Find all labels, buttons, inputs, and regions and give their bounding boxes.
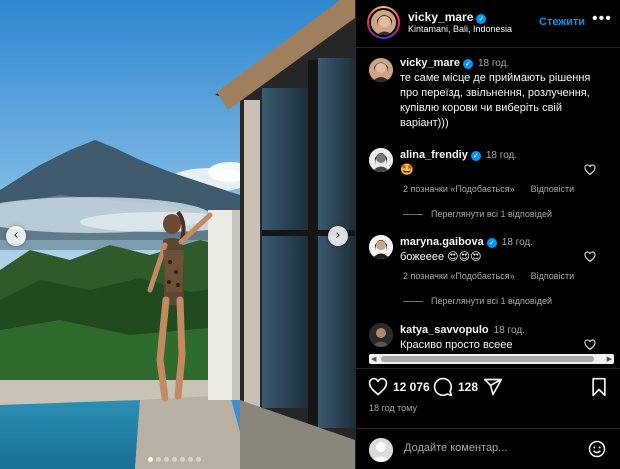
photo-scene	[0, 0, 355, 469]
view-replies-button[interactable]: Переглянути всі 1 відповідей	[403, 209, 552, 219]
carousel-dot	[164, 457, 169, 462]
verified-badge-icon: ✓	[470, 151, 481, 161]
reply-button[interactable]: Відповісти	[531, 184, 575, 194]
comment-input[interactable]	[404, 442, 574, 454]
carousel-dot	[180, 457, 185, 462]
caption-body: те саме місце де приймають рішення про п…	[400, 72, 591, 129]
caption-avatar[interactable]	[369, 58, 393, 82]
comment-username[interactable]: maryna.gaibova	[400, 236, 484, 248]
view-replies-button[interactable]: Переглянути всі 1 відповідей	[403, 296, 552, 306]
caption-text: vicky_mare ✓ 18 год. те саме місце де прий…	[400, 56, 605, 131]
caption-author[interactable]: vicky_mare	[400, 57, 460, 69]
post-actions: 12 076 128 18 год тому	[356, 368, 620, 424]
scroll-left-arrow-icon[interactable]: ◀	[371, 355, 376, 363]
heart-icon[interactable]	[584, 251, 596, 263]
caption-time: 18 год.	[477, 58, 510, 69]
horizontal-scrollbar[interactable]: ◀ ▶	[369, 354, 614, 364]
comment-body: Красиво просто всеее	[400, 339, 513, 351]
author-username-text[interactable]: vicky_mare	[408, 10, 473, 24]
chevron-right-icon: ›	[335, 228, 341, 243]
replies-divider	[403, 300, 423, 302]
bookmark-icon[interactable]	[590, 377, 608, 397]
comment-text: alina_frendiy ✓ 18 год. 🤩	[400, 148, 605, 178]
post-header: vicky_mare ✓ Kintamani, Bali, Indonesia С…	[356, 0, 620, 48]
comment-body: 🤩	[400, 164, 414, 176]
emoji-smile-icon[interactable]	[588, 440, 606, 458]
comments-count: 128	[458, 380, 479, 394]
post-panel: vicky_mare ✓ Kintamani, Bali, Indonesia С…	[355, 0, 620, 469]
carousel-dot	[156, 457, 161, 462]
comment-time: 18 год.	[493, 325, 525, 336]
follow-button[interactable]: Стежити	[539, 16, 585, 28]
next-slide-button[interactable]: ›	[328, 226, 348, 246]
scroll-right-arrow-icon[interactable]: ▶	[607, 355, 612, 363]
comments-list[interactable]: vicky_mare ✓ 18 год. те саме місце де прий…	[356, 49, 620, 355]
comment-time: 18 год.	[501, 237, 534, 248]
comment-avatar[interactable]	[369, 148, 393, 172]
verified-badge-icon: ✓	[486, 238, 497, 248]
comment-avatar[interactable]	[369, 323, 393, 347]
heart-icon[interactable]	[584, 339, 596, 351]
carousel-dot	[196, 457, 201, 462]
post-photo[interactable]: ‹ ›	[0, 0, 355, 469]
replies-divider	[403, 213, 423, 215]
comment-avatar[interactable]	[369, 235, 393, 259]
add-comment-bar	[356, 428, 620, 469]
view-replies-label: Переглянути всі 1 відповідей	[431, 209, 552, 219]
comment-likes-link[interactable]: 2 позначки «Подобається»	[403, 184, 515, 194]
author-username[interactable]: vicky_mare ✓	[408, 10, 487, 24]
heart-icon[interactable]	[584, 164, 596, 176]
comment-username[interactable]: alina_frendiy	[400, 149, 468, 161]
comment-time: 18 год.	[485, 150, 518, 161]
comment-likes-link[interactable]: 2 позначки «Подобається»	[403, 271, 515, 281]
carousel-dot	[148, 457, 153, 462]
scrollbar-thumb[interactable]	[381, 356, 594, 362]
chevron-left-icon: ‹	[13, 228, 19, 243]
comment-username[interactable]: katya_savvopulo	[400, 324, 489, 336]
comment-text: maryna.gaibova ✓ 18 год. божееее 😍😍😍	[400, 235, 605, 265]
view-replies-label: Переглянути всі 1 відповідей	[431, 296, 552, 306]
post-location[interactable]: Kintamani, Bali, Indonesia	[408, 24, 512, 34]
current-user-avatar	[369, 438, 393, 462]
comment-body: божееее 😍😍😍	[400, 251, 482, 263]
prev-slide-button[interactable]: ‹	[6, 226, 26, 246]
likes-count[interactable]: 12 076	[393, 380, 430, 394]
paper-plane-icon[interactable]	[483, 377, 503, 397]
verified-badge-icon: ✓	[476, 14, 487, 24]
carousel-indicator	[148, 457, 201, 462]
posted-time[interactable]: 18 год тому	[369, 403, 417, 413]
carousel-dot	[172, 457, 177, 462]
comment-text: katya_savvopulo 18 год. Красиво просто вс…	[400, 323, 605, 353]
comment-meta: 2 позначки «Подобається» Відповісти	[403, 184, 590, 194]
carousel-dot	[188, 457, 193, 462]
comment-meta: 2 позначки «Подобається» Відповісти	[403, 271, 590, 281]
comment-bubble-icon[interactable]	[433, 377, 453, 397]
reply-button[interactable]: Відповісти	[531, 271, 575, 281]
verified-badge-icon: ✓	[462, 59, 473, 69]
more-options-icon[interactable]: •••	[592, 10, 612, 28]
author-avatar[interactable]	[367, 6, 400, 39]
heart-icon[interactable]	[368, 377, 388, 397]
